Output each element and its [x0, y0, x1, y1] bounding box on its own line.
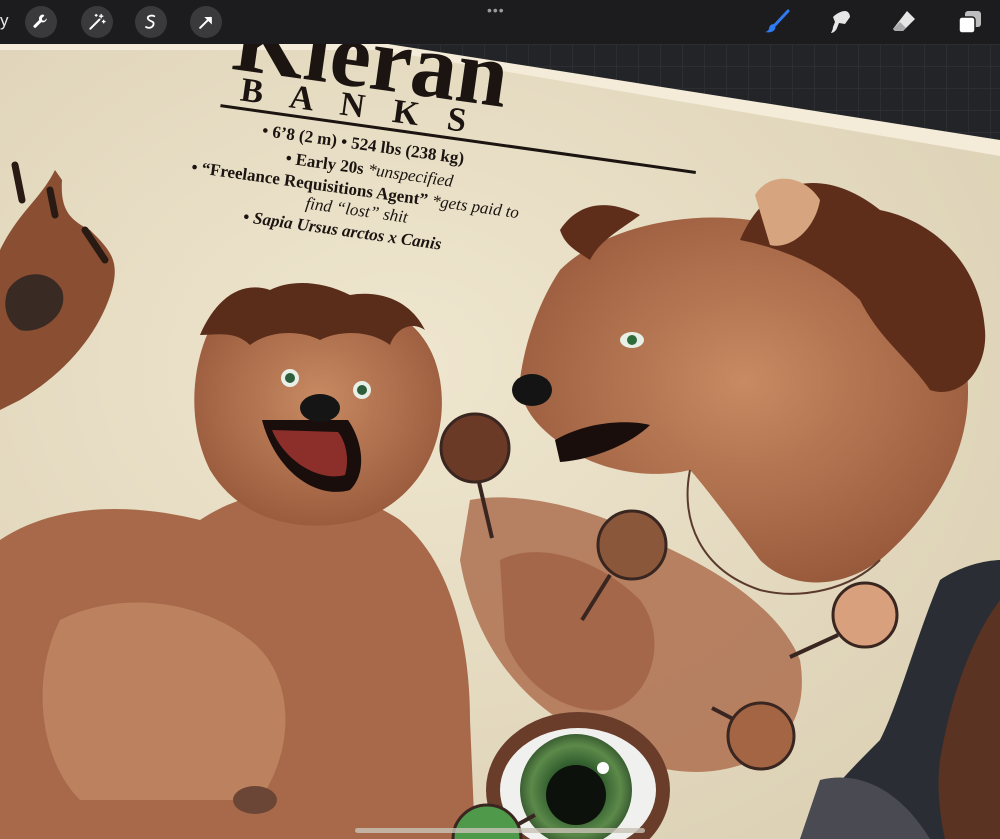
gallery-link[interactable]: y [0, 11, 9, 31]
home-indicator[interactable] [355, 828, 645, 833]
actions-button[interactable] [25, 6, 57, 38]
swatch-warm-brown [726, 701, 796, 771]
layers-button[interactable] [955, 7, 985, 37]
smudge-icon [831, 11, 850, 33]
swatch-medium-brown [596, 509, 668, 581]
selection-button[interactable] [135, 6, 167, 38]
swatch-dark-brown [439, 412, 511, 484]
swatch-light-tan [831, 581, 899, 649]
magic-wand-icon [89, 13, 106, 30]
artwork-canvas[interactable]: Kieran B A N K S • 6’8 (2 m) • 524 lbs (… [0, 0, 1000, 839]
more-handle[interactable]: ••• [487, 2, 505, 18]
selection-icon [145, 14, 156, 29]
smudge-tool-button[interactable] [826, 7, 856, 37]
transform-arrow-icon [199, 16, 212, 29]
layers-icon [958, 11, 981, 34]
brush-tool-button[interactable] [762, 7, 792, 37]
wrench-icon [33, 14, 47, 28]
eraser-icon [893, 11, 915, 31]
procreate-toolbar: y ••• [0, 0, 1000, 44]
transform-button[interactable] [190, 6, 222, 38]
eraser-tool-button[interactable] [889, 7, 919, 37]
adjustments-button[interactable] [81, 6, 113, 38]
brush-icon [765, 9, 790, 33]
